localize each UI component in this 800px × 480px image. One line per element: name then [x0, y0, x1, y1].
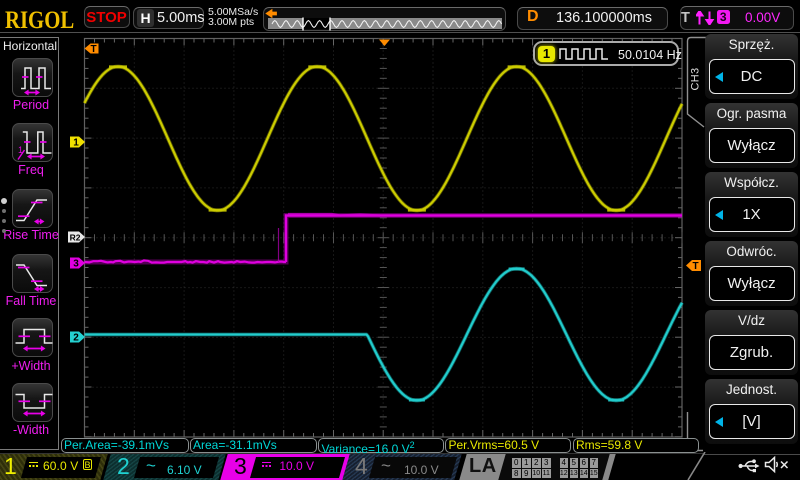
svg-text:T: T [90, 44, 96, 55]
svg-text:T: T [692, 261, 698, 272]
svg-text:2: 2 [73, 333, 79, 344]
svg-text:R2: R2 [70, 233, 81, 243]
svg-text:1: 1 [73, 138, 79, 149]
svg-text:3: 3 [73, 259, 79, 270]
